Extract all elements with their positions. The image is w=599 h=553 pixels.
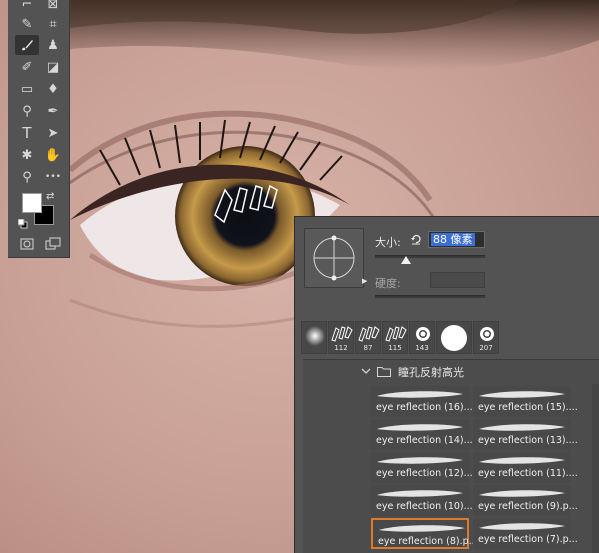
tools-panel: ⌐ ⊠ ✎ ⌗ ♟ ✐ ◪ ▭ ♦ ⚲ ✒ T ➤ ✱ ✋ ⚲ ••• ⇄ (8, 0, 70, 258)
preset-143[interactable]: 143 (409, 321, 435, 354)
history-brush-tool-icon[interactable]: ✐ (15, 57, 39, 77)
custom-shape-tool-icon[interactable]: ✱ (15, 145, 39, 165)
eye-reflection-brush-icon (385, 326, 407, 342)
foreground-color-swatch[interactable] (22, 193, 42, 213)
preset-207[interactable]: 207 (473, 321, 499, 354)
brush-tile-name: eye reflection (9).p... (478, 501, 578, 512)
brush-tile[interactable]: eye reflection (8).p... (371, 518, 478, 549)
preset-87[interactable]: 87 (355, 321, 381, 354)
frame-tool-icon[interactable]: ⊠ (41, 0, 65, 14)
brush-tile[interactable]: eye reflection (14).... (371, 419, 476, 450)
brush-preset-picker: ▶ 大小: 88 像素 硬度: 112 87 115 143 207 瞳孔反射高… (294, 216, 599, 553)
brush-list: 瞳孔反射高光 eye reflection (16).... eye reflec… (303, 359, 599, 553)
eraser-tool-icon[interactable]: ◪ (41, 57, 65, 77)
brush-angle-preview[interactable]: ▶ (304, 228, 368, 288)
brush-tile[interactable]: eye reflection (12).... (371, 452, 476, 483)
path-selection-tool-icon[interactable]: ➤ (41, 123, 65, 143)
brush-tile-name: eye reflection (16).... (376, 402, 476, 413)
chevron-down-icon[interactable] (361, 366, 371, 376)
size-slider[interactable] (375, 255, 485, 258)
hand-tool-icon[interactable]: ✋ (41, 145, 65, 165)
angle-handle-arrow-icon: ▶ (362, 277, 368, 285)
gradient-tool-icon[interactable]: ▭ (15, 79, 39, 99)
default-colors-icon[interactable] (18, 219, 28, 229)
preset-115[interactable]: 115 (382, 321, 408, 354)
preset-number: 87 (363, 344, 373, 352)
brush-tile-name: eye reflection (10).... (376, 501, 476, 512)
brush-tile[interactable]: eye reflection (7).p... (473, 518, 578, 549)
folder-icon (377, 367, 391, 377)
brush-stroke-preview (479, 457, 565, 464)
brush-stroke-preview (479, 523, 565, 530)
brush-stroke-preview (377, 391, 463, 398)
brush-tile-name: eye reflection (14).... (376, 435, 476, 446)
preset-number: 207 (479, 344, 493, 352)
brush-tile[interactable]: eye reflection (16).... (371, 386, 476, 417)
brush-tile[interactable]: eye reflection (9).p... (473, 485, 578, 516)
screen-mode-icon[interactable] (41, 234, 65, 254)
eyedropper-tool-icon[interactable]: ✎ (15, 14, 39, 34)
size-value: 88 像素 (431, 233, 475, 246)
brush-tile-name: eye reflection (12).... (376, 468, 476, 479)
preset-number: 143 (415, 344, 429, 352)
lasso-tool-icon[interactable]: ⌐ (15, 0, 39, 14)
brush-tile-name: eye reflection (15).... (478, 402, 578, 413)
brush-list-scrollbar[interactable] (592, 384, 599, 553)
brush-stroke-preview (377, 424, 463, 431)
brush-stroke-preview (377, 457, 463, 464)
patch-tool-icon[interactable]: ⌗ (41, 14, 65, 34)
hardness-input[interactable] (430, 272, 485, 288)
brush-stroke-preview (479, 391, 565, 398)
brush-tile-name: eye reflection (7).p... (478, 534, 578, 545)
blur-tool-icon[interactable]: ♦ (41, 79, 65, 99)
hardness-slider[interactable] (375, 295, 485, 298)
size-slider-thumb[interactable] (400, 256, 411, 264)
recent-brush-presets: 112 87 115 143 207 (301, 321, 499, 355)
brush-stroke-preview (379, 525, 465, 532)
brush-tile[interactable]: eye reflection (10).... (371, 485, 476, 516)
brush-tile[interactable]: eye reflection (11).... (473, 452, 578, 483)
brush-stroke-preview (377, 490, 463, 497)
brush-group-row[interactable]: 瞳孔反射高光 (303, 360, 599, 384)
reset-size-icon[interactable] (410, 233, 422, 245)
hardness-label: 硬度: (375, 277, 401, 290)
brush-tile[interactable]: eye reflection (13).... (473, 419, 578, 450)
type-tool-icon[interactable]: T (15, 123, 39, 143)
size-label: 大小: (375, 236, 401, 249)
preset-number: 112 (334, 344, 348, 352)
quick-mask-icon[interactable] (15, 234, 39, 254)
brush-tile-name: eye reflection (8).p... (378, 536, 478, 547)
zoom-tool-icon[interactable]: ⚲ (15, 167, 39, 187)
soft-round-brush-icon (305, 326, 325, 346)
brush-tip-crosshair-icon (313, 235, 355, 281)
dodge-tool-icon[interactable]: ⚲ (15, 101, 39, 121)
preset-112[interactable]: 112 (328, 321, 354, 354)
more-tools-icon[interactable]: ••• (41, 167, 65, 187)
preset-number: 115 (388, 344, 402, 352)
brush-stroke-preview (479, 424, 565, 431)
brush-tile[interactable]: eye reflection (15).... (473, 386, 578, 417)
eye-reflection-brush-icon (358, 326, 380, 342)
brush-stroke-preview (479, 490, 565, 497)
ring-brush-icon (480, 327, 494, 341)
size-input[interactable]: 88 像素 (428, 231, 485, 248)
eye-reflection-brush-icon (331, 326, 353, 342)
preset-hard-round[interactable] (436, 321, 472, 354)
clone-stamp-tool-icon[interactable]: ♟ (41, 35, 65, 55)
brush-group-name: 瞳孔反射高光 (398, 366, 464, 379)
hard-round-brush-icon (441, 325, 467, 351)
brush-tool-icon[interactable] (15, 35, 39, 55)
swap-colors-icon[interactable]: ⇄ (46, 191, 58, 203)
pen-tool-icon[interactable]: ✒ (41, 101, 65, 121)
brush-tile-name: eye reflection (11).... (478, 468, 578, 479)
preset-soft-round[interactable] (301, 321, 327, 354)
ring-brush-icon (416, 327, 430, 341)
brush-tile-name: eye reflection (13).... (478, 435, 578, 446)
